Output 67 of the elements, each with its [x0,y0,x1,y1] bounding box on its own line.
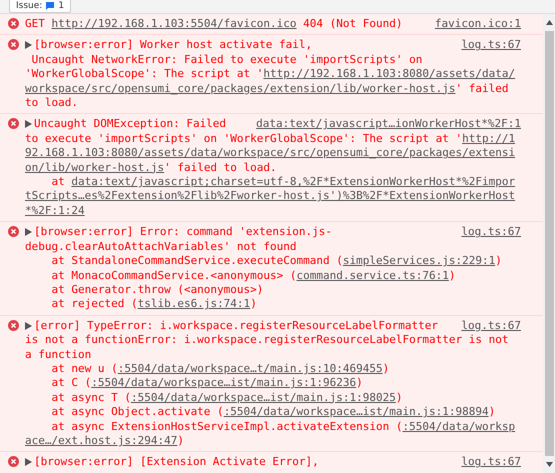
link[interactable]: 92.168.1.103:8080/assets/data/workspace/src/opensumi_core/packages/extensi [25,146,516,160]
message-icon [46,2,54,10]
console-line: at Generator.throw (<anonymous>) [50,282,264,298]
console-line: [browser:error] [Extension Activate Error], [25,455,319,470]
error-icon [8,320,19,331]
link[interactable]: :5504/data/worksp [402,420,516,433]
issues-button[interactable]: Issue: 1 [9,0,72,13]
console-line: [error] TypeError: i.workspace.registerResourceLabelFormatter [25,318,438,334]
link[interactable]: :5504/data/workspace…ist/main.js:1:96236 [91,376,356,390]
console-line: ace…/ext.host.js:294:47) [25,434,185,448]
error-icon [8,18,19,29]
console-line: Uncaught DOMException: Failed [25,117,226,132]
console-line: at async Object.activate (:5504/data/workspace…ist/main.js:1:98894) [50,405,496,420]
scroll-thumb[interactable] [544,31,554,456]
expand-triangle-icon[interactable] [25,41,32,50]
link[interactable]: :5504/data/workspace…t/main.js:10:469455 [118,362,383,375]
console-line: is not a functionError: i.workspace.registerResourceLabelFormatter is not [25,333,510,348]
link[interactable]: data:text/javascript;charset=utf-8,%2F*ExtensionWorkerHost*%2Fimpor [71,175,516,188]
link[interactable]: http://192.168.1.103:8080/assets/data/ [263,67,516,80]
link[interactable]: simpleServices.js:229:1 [342,254,496,268]
error-icon [8,39,19,50]
link[interactable]: workspace/src/opensumi_core/packages/extension/lib/worker-host.js [25,82,456,95]
link[interactable]: http://1 [462,132,516,145]
console-line: at C (:5504/data/workspace…ist/main.js:1:96236) [50,376,364,391]
console-line: at async T (:5504/data/workspace…ist/main.js:1:98025) [50,390,404,406]
console-line: at async ExtensionHostServiceImpl.activateExtension (:5504/data/worksp [50,420,516,434]
scroll-up-icon[interactable] [546,20,552,25]
console-line: workspace/src/opensumi_core/packages/extension/lib/worker-host.js' failed [25,82,510,96]
scrollbar[interactable] [543,14,555,473]
console-line: at MonacoCommandService.<anonymous> (command.service.ts:76:1) [50,268,456,283]
link[interactable]: tslib.es6.js:74:1 [138,297,250,310]
source-link[interactable]: log.ts:67 [461,318,521,334]
console-line: 'WorkerGlobalScope': The script at 'http://192.168.1.103:8080/assets/data/ [25,67,516,82]
source-link[interactable]: log.ts:67 [461,455,521,470]
expand-triangle-icon[interactable] [25,322,32,330]
scroll-down-icon[interactable] [546,462,552,467]
console-line: at StandaloneCommandService.executeCommand (simpleServices.js:229:1) [50,254,503,268]
expand-triangle-icon[interactable] [25,228,32,236]
console-line: [browser:error] Error: command 'extension.js- [25,225,332,240]
link[interactable]: *%2F:1:24 [25,204,85,217]
source-link[interactable]: favicon.ico:1 [434,17,521,32]
source-link[interactable]: data:text/javascript…ionWorkerHost*%2F:1 [256,117,521,132]
link[interactable]: :5504/data/workspace…ist/main.js:1:98894 [224,405,489,418]
console-line: to execute 'importScripts' on 'WorkerGlobalScope': The script at 'http://1 [25,132,516,146]
console-line: at data:text/javascript;charset=utf-8,%2F*ExtensionWorkerHost*%2Fimpor [50,175,516,190]
link[interactable]: on/lib/worker-host.js [25,160,164,174]
console-line: debug.clearAutoAttachVariables' not found [25,240,298,254]
error-icon [8,456,19,468]
console-line: on/lib/worker-host.js' failed to load. [25,160,278,176]
link[interactable]: :5504/data/workspace…ist/main.js:1:98025 [130,390,396,404]
console-line: [browser:error] Worker host activate fail, [25,38,312,53]
console-line: Uncaught NetworkError: Failed to execute 'importScripts' on [30,52,424,68]
expand-triangle-icon[interactable] [25,458,32,466]
error-icon [8,118,19,130]
link[interactable]: tScripts…es%2Fextension%2Flib%2Fworker-host.js')%3B%2F*ExtensionWorkerHost [25,189,516,202]
link[interactable]: command.service.ts:76:1 [296,268,449,282]
console-line: at rejected (tslib.es6.js:74:1) [50,297,258,312]
console-line: to load. [25,96,79,110]
source-link[interactable]: log.ts:67 [461,38,521,53]
error-icon [8,226,19,238]
console-line: GET http://192.168.1.103:5504/favicon.ico 404 (Not Found) [25,17,403,32]
link[interactable]: ace…/ext.host.js:294:47 [25,434,178,447]
expand-triangle-icon[interactable] [25,120,32,128]
console-line: at new u (:5504/data/workspace…t/main.js:10:469455) [50,362,390,376]
console-line: a function [25,348,92,362]
link[interactable]: http://192.168.1.103:5504/favicon.ico [52,17,297,30]
source-link[interactable]: log.ts:67 [461,225,521,240]
